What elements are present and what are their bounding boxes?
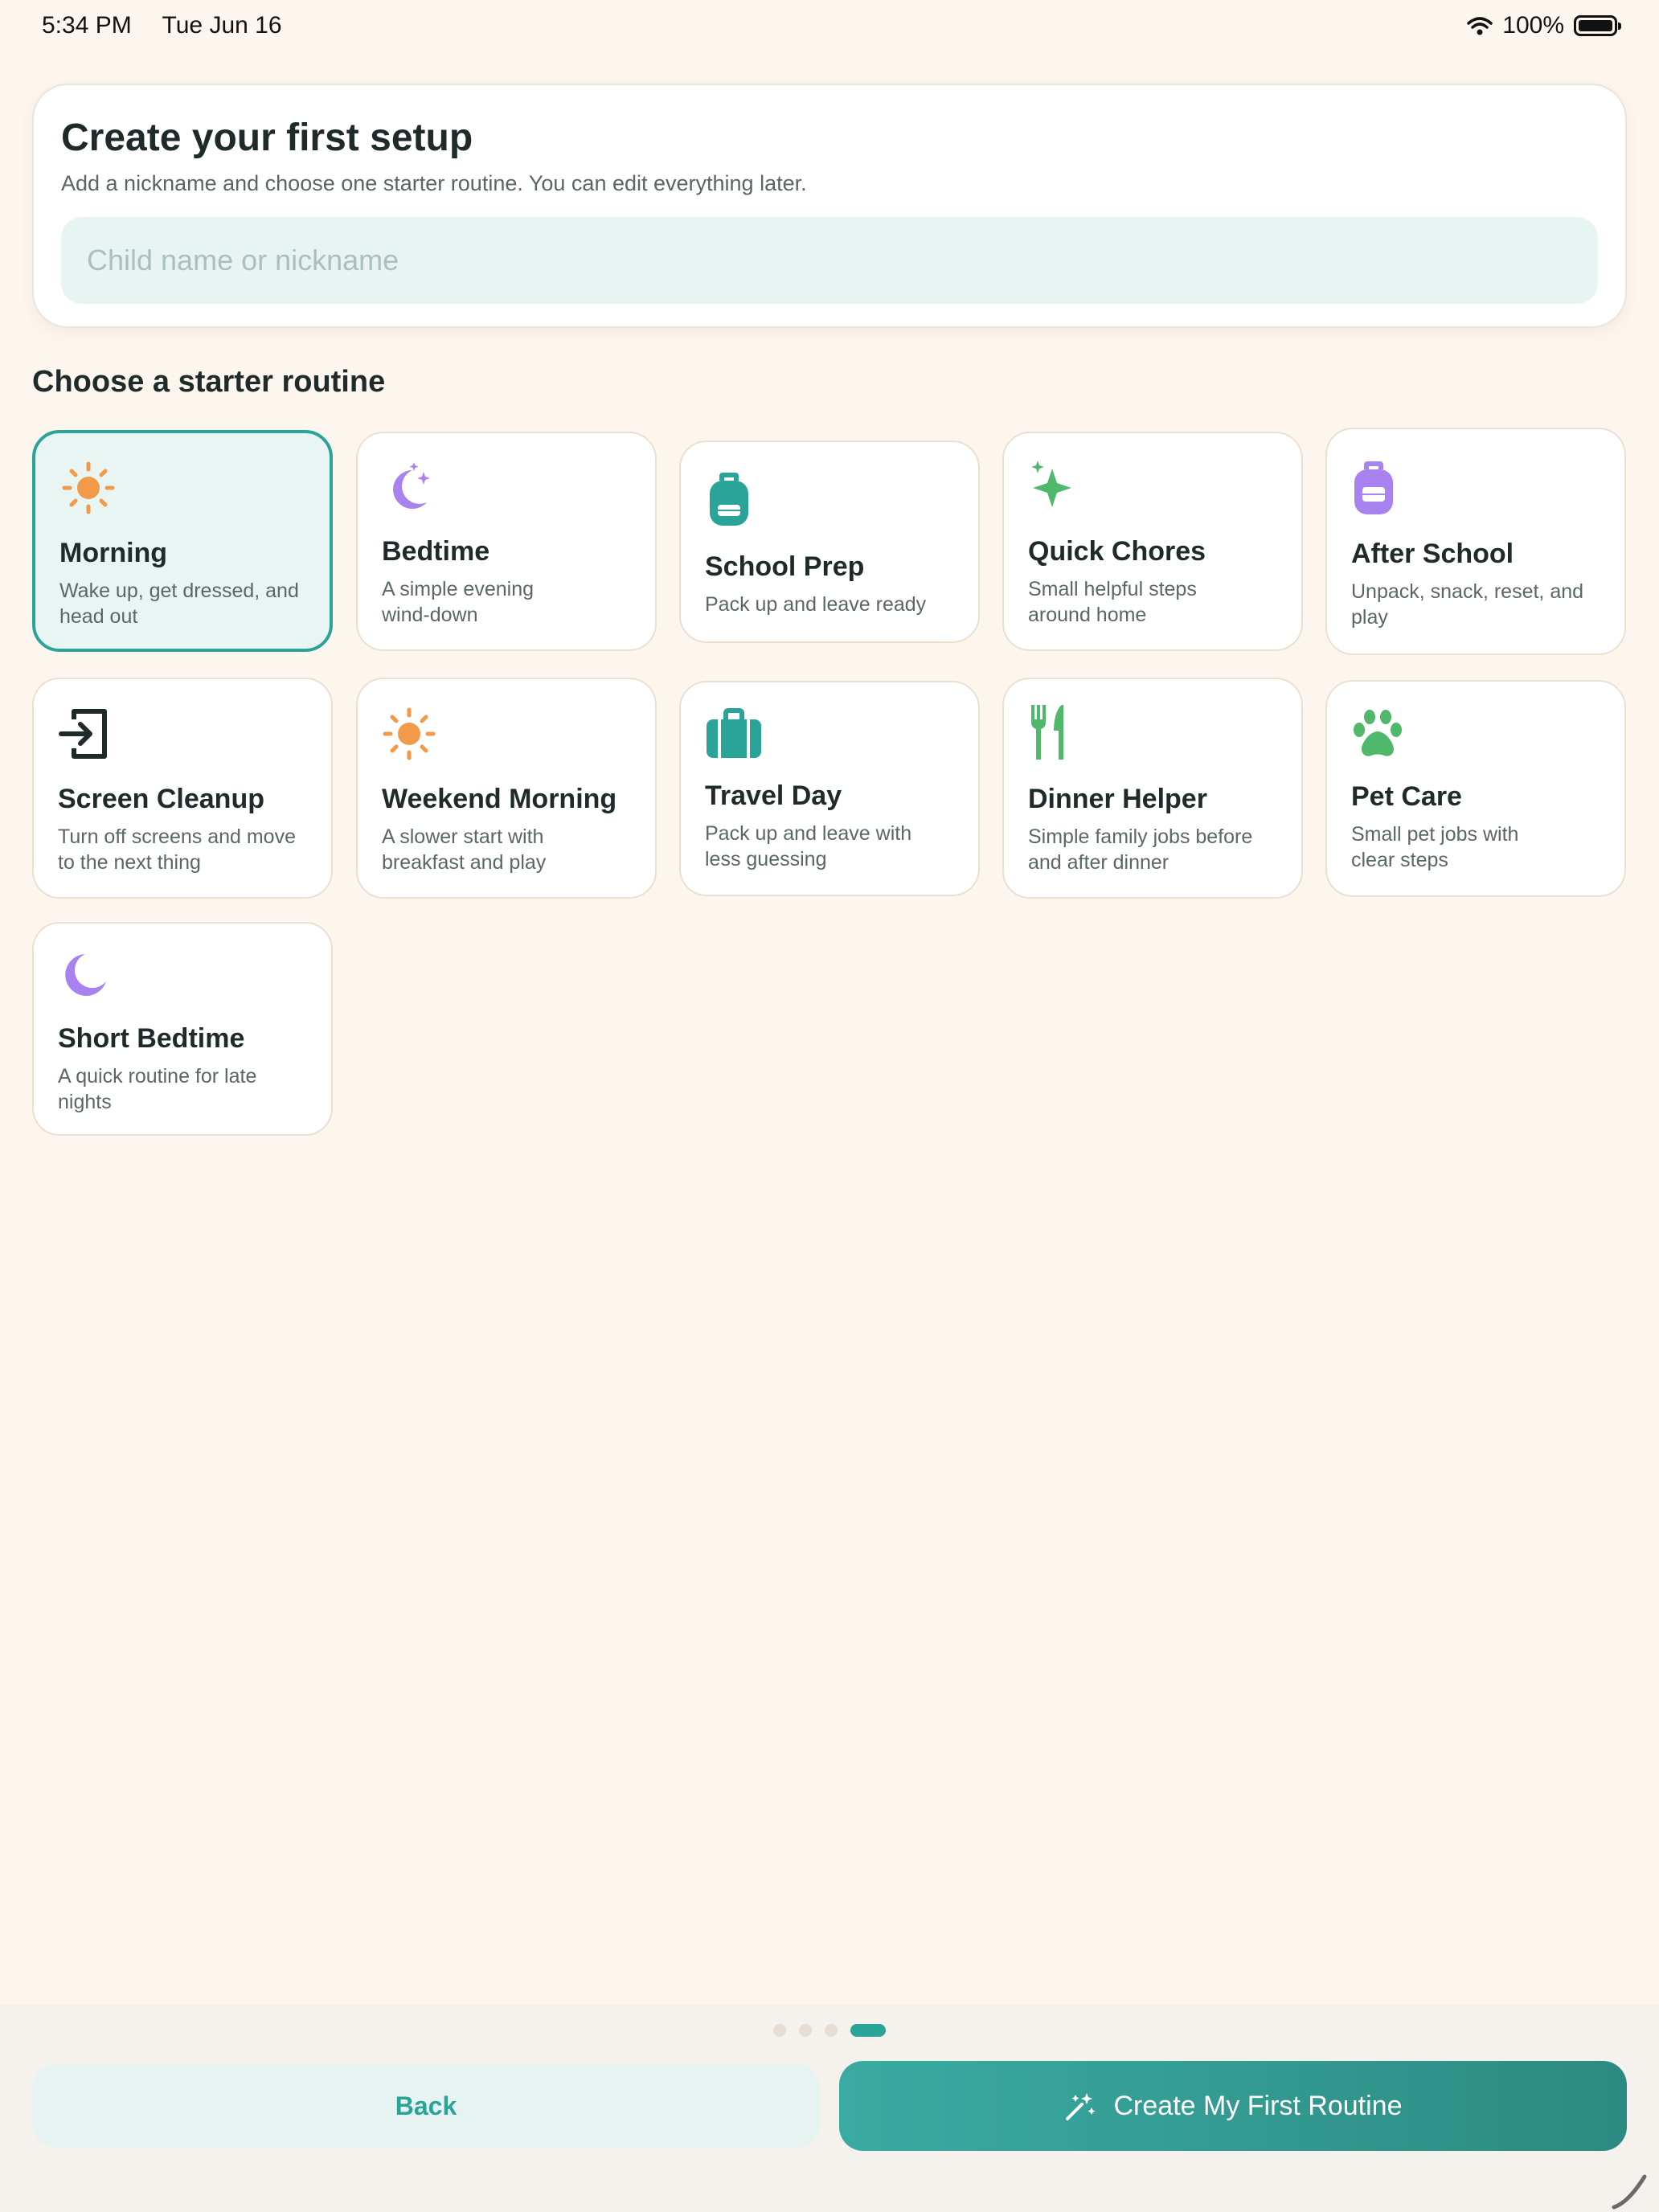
routine-desc: A quick routine for late nights — [58, 1065, 257, 1113]
routine-card-dinner-helper[interactable]: Dinner Helper Simple family jobs before … — [1002, 678, 1303, 899]
routine-card-quick-chores[interactable]: Quick Chores Small helpful steps around … — [1002, 432, 1303, 651]
routine-card-pet-care[interactable]: Pet Care Small pet jobs with clear steps — [1325, 680, 1626, 897]
fork-knife-icon — [1030, 705, 1063, 760]
paw-icon — [1354, 710, 1402, 756]
routine-title: School Prep — [705, 551, 865, 582]
routine-card-school-prep[interactable]: School Prep Pack up and leave ready — [679, 440, 980, 643]
page-indicator — [773, 2024, 886, 2037]
setup-title: Create your first setup — [61, 117, 473, 159]
scroll-edge-mark — [1612, 2174, 1647, 2210]
battery-percent: 100% — [1502, 12, 1564, 39]
create-button-label: Create My First Routine — [1113, 2090, 1403, 2121]
section-title: Choose a starter routine — [32, 365, 386, 399]
battery-icon — [1574, 15, 1621, 36]
routine-desc: Turn off screens and move to the next th… — [58, 825, 296, 874]
routine-card-morning[interactable]: Morning Wake up, get dressed, and head o… — [32, 430, 333, 652]
setup-subtitle: Add a nickname and choose one starter ro… — [61, 171, 807, 195]
moon-stars-icon — [393, 462, 430, 509]
backpack-icon — [710, 473, 748, 526]
routine-card-after-school[interactable]: After School Unpack, snack, reset, and p… — [1325, 428, 1626, 655]
routine-title: Pet Care — [1351, 781, 1462, 812]
suitcase-icon — [707, 708, 761, 758]
sparkles-icon — [1031, 461, 1071, 507]
routine-desc: Wake up, get dressed, and head out — [59, 580, 299, 628]
status-bar: 5:34 PM Tue Jun 16 100% — [0, 0, 1659, 51]
page-dot — [825, 2024, 838, 2037]
routine-desc: Small pet jobs with clear steps — [1351, 823, 1519, 871]
routine-card-travel-day[interactable]: Travel Day Pack up and leave with less g… — [679, 681, 980, 896]
routine-desc: A simple evening wind-down — [382, 578, 535, 626]
magic-wand-icon — [1065, 2093, 1095, 2120]
routine-title: Quick Chores — [1028, 536, 1206, 567]
sun-icon — [383, 707, 436, 760]
routine-card-short-bedtime[interactable]: Short Bedtime A quick routine for late n… — [32, 922, 333, 1136]
routine-desc: Pack up and leave with less guessing — [705, 822, 912, 870]
routine-title: Bedtime — [382, 536, 490, 567]
routine-title: After School — [1351, 539, 1514, 569]
routine-card-bedtime[interactable]: Bedtime A simple evening wind-down — [356, 432, 657, 651]
page-dot-active — [850, 2024, 886, 2037]
backpack-icon — [1354, 461, 1393, 514]
routine-desc: Simple family jobs before and after dinn… — [1028, 825, 1253, 874]
moon-icon — [65, 954, 106, 996]
routine-desc: A slower start with breakfast and play — [382, 825, 547, 874]
page-dot — [799, 2024, 812, 2037]
routine-desc: Small helpful steps around home — [1028, 578, 1197, 626]
routine-title: Screen Cleanup — [58, 784, 264, 814]
routine-title: Short Bedtime — [58, 1023, 245, 1054]
wifi-icon — [1467, 17, 1493, 35]
back-button[interactable]: Back — [32, 2064, 820, 2148]
routine-desc: Pack up and leave ready — [705, 593, 927, 616]
page-dot — [773, 2024, 786, 2037]
create-first-routine-button[interactable]: Create My First Routine — [839, 2061, 1627, 2151]
routine-title: Dinner Helper — [1028, 784, 1207, 814]
routine-card-weekend-morning[interactable]: Weekend Morning A slower start with brea… — [356, 678, 657, 899]
child-name-input[interactable] — [61, 217, 1598, 304]
routine-title: Morning — [59, 538, 168, 568]
sun-icon — [62, 461, 115, 514]
routine-title: Weekend Morning — [382, 784, 617, 814]
routine-title: Travel Day — [705, 780, 842, 811]
status-date: Tue Jun 16 — [162, 12, 282, 39]
status-time: 5:34 PM — [42, 12, 132, 39]
exit-icon — [59, 709, 107, 759]
routine-card-screen-cleanup[interactable]: Screen Cleanup Turn off screens and move… — [32, 678, 333, 899]
routine-desc: Unpack, snack, reset, and play — [1351, 580, 1584, 629]
setup-card: Create your first setup Add a nickname a… — [32, 84, 1627, 328]
